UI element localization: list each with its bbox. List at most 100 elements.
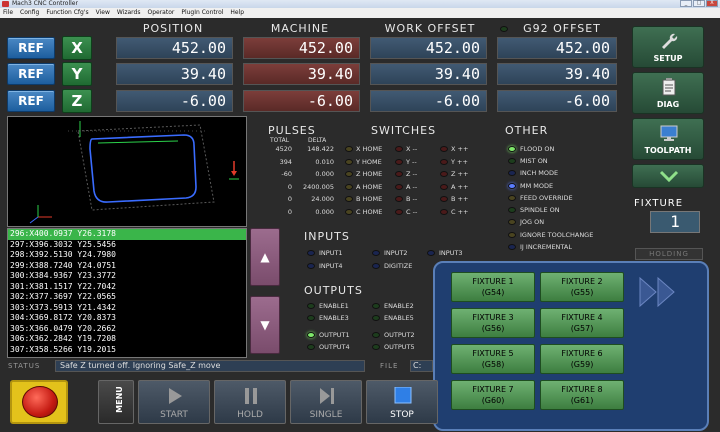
emergency-stop-button[interactable] bbox=[10, 380, 68, 424]
menu-file[interactable]: File bbox=[3, 8, 13, 18]
close-button[interactable]: X bbox=[706, 0, 718, 7]
toolpath-label: TOOLPATH bbox=[644, 146, 692, 155]
holding-indicator: HOLDING bbox=[635, 248, 703, 260]
menu-help[interactable]: Help bbox=[230, 8, 244, 18]
next-page-icon[interactable] bbox=[638, 276, 682, 308]
y-g92-offset-dro[interactable]: 39.40 bbox=[497, 63, 617, 85]
monitor-icon bbox=[660, 125, 678, 141]
gcode-line-current[interactable]: 296:X400.0937 Y26.3178 bbox=[8, 229, 246, 240]
enable3-led bbox=[307, 315, 315, 321]
gcode-line[interactable]: 302:X377.3697 Y22.0565 bbox=[8, 292, 246, 303]
expand-button[interactable] bbox=[632, 164, 704, 188]
gcode-list[interactable]: 296:X400.0937 Y26.3178 297:X396.3032 Y25… bbox=[7, 228, 247, 358]
gcode-line[interactable]: 301:X381.1517 Y22.7042 bbox=[8, 282, 246, 293]
menu-button-label: MENU bbox=[114, 386, 124, 413]
fixture-4-button[interactable]: FIXTURE 4 (G57) bbox=[540, 308, 624, 338]
x-position-dro[interactable]: 452.00 bbox=[116, 37, 233, 59]
menu-wizards[interactable]: Wizards bbox=[117, 8, 141, 18]
y-work-offset-dro[interactable]: 39.40 bbox=[370, 63, 487, 85]
b-home-led bbox=[345, 196, 353, 202]
pulses-delta-a: 2400.005 bbox=[302, 183, 334, 191]
mist-on-label: MIST ON bbox=[520, 157, 548, 165]
single-button[interactable]: SINGLE bbox=[290, 380, 362, 424]
fixture-4-code: (G57) bbox=[570, 324, 594, 333]
arrow-down-icon: ▼ bbox=[260, 318, 270, 332]
flood-on-label: FLOOD ON bbox=[520, 145, 555, 153]
fixture-number[interactable]: 1 bbox=[650, 211, 700, 233]
gcode-line[interactable]: 299:X388.7240 Y24.0751 bbox=[8, 261, 246, 272]
estop-knob-icon bbox=[22, 386, 58, 418]
fixture-8-button[interactable]: FIXTURE 8 (G61) bbox=[540, 380, 624, 410]
fixture-3-button[interactable]: FIXTURE 3 (G56) bbox=[451, 308, 535, 338]
toolpath-button[interactable]: TOOLPATH bbox=[632, 118, 704, 160]
play-icon bbox=[169, 388, 182, 404]
x-work-offset-dro[interactable]: 452.00 bbox=[370, 37, 487, 59]
main-screen: POSITION MACHINE WORK OFFSET G92 OFFSET … bbox=[0, 18, 720, 432]
axis-z-button[interactable]: Z bbox=[62, 89, 92, 113]
maximize-button[interactable]: □ bbox=[693, 0, 705, 7]
gcode-line[interactable]: 297:X396.3032 Y25.5456 bbox=[8, 240, 246, 251]
g92-offset-header: G92 OFFSET bbox=[523, 22, 601, 35]
menu-plugin-control[interactable]: PlugIn Control bbox=[181, 8, 223, 18]
scroll-up-button[interactable]: ▲ bbox=[250, 228, 280, 286]
mm-mode-label: MM MODE bbox=[520, 182, 554, 190]
input4-label: INPUT4 bbox=[319, 262, 343, 270]
fixture-5-button[interactable]: FIXTURE 5 (G58) bbox=[451, 344, 535, 374]
scroll-down-button[interactable]: ▼ bbox=[250, 296, 280, 354]
gcode-line[interactable]: 305:X366.0479 Y20.2662 bbox=[8, 324, 246, 335]
ignore-toolchange-label: IGNORE TOOLCHANGE bbox=[520, 231, 594, 239]
axis-y-button[interactable]: Y bbox=[62, 62, 92, 86]
fixture-7-button[interactable]: FIXTURE 7 (G60) bbox=[451, 380, 535, 410]
fixture-2-button[interactable]: FIXTURE 2 (G55) bbox=[540, 272, 624, 302]
z-work-offset-dro[interactable]: -6.00 bbox=[370, 90, 487, 112]
fixture-label: FIXTURE bbox=[634, 198, 684, 209]
output5-label: OUTPUT5 bbox=[384, 343, 415, 351]
stop-button[interactable]: STOP bbox=[366, 380, 438, 424]
gcode-line[interactable]: 303:X373.5913 Y21.4342 bbox=[8, 303, 246, 314]
ref-x-button[interactable]: REF bbox=[7, 37, 55, 59]
pulses-heading: PULSES bbox=[268, 124, 316, 137]
gcode-line[interactable]: 300:X384.9367 Y23.3772 bbox=[8, 271, 246, 282]
feed-override-led bbox=[508, 195, 516, 201]
gcode-line[interactable]: 298:X392.5130 Y24.7980 bbox=[8, 250, 246, 261]
menu-operator[interactable]: Operator bbox=[147, 8, 174, 18]
gcode-line[interactable]: 304:X369.8172 Y20.8373 bbox=[8, 313, 246, 324]
x-machine-dro: 452.00 bbox=[243, 37, 360, 59]
app-icon bbox=[2, 1, 9, 7]
menu-config[interactable]: Config bbox=[20, 8, 39, 18]
g92-led bbox=[500, 26, 508, 32]
b-minus-led bbox=[395, 196, 403, 202]
start-button[interactable]: START bbox=[138, 380, 210, 424]
menu-function-cfgs[interactable]: Function Cfg's bbox=[46, 8, 88, 18]
a-plus-label: A ++ bbox=[451, 183, 469, 191]
start-label: START bbox=[160, 410, 188, 420]
z-g92-offset-dro[interactable]: -6.00 bbox=[497, 90, 617, 112]
pulses-delta-b: 24.000 bbox=[311, 195, 334, 203]
fixture-1-button[interactable]: FIXTURE 1 (G54) bbox=[451, 272, 535, 302]
gcode-line[interactable]: 307:X358.5266 Y19.2015 bbox=[8, 345, 246, 356]
toolpath-display[interactable] bbox=[7, 116, 247, 227]
mm-mode-led bbox=[508, 183, 516, 189]
ref-z-button[interactable]: REF bbox=[7, 90, 55, 112]
diag-button[interactable]: DIAG bbox=[632, 72, 704, 114]
axis-x-button[interactable]: X bbox=[62, 36, 92, 60]
menu-view[interactable]: View bbox=[96, 8, 110, 18]
y-position-dro[interactable]: 39.40 bbox=[116, 63, 233, 85]
ignore-toolchange-led bbox=[508, 232, 516, 238]
ref-y-button[interactable]: REF bbox=[7, 63, 55, 85]
work-offset-header: WORK OFFSET bbox=[384, 22, 476, 35]
fixture-5-name: FIXTURE 5 bbox=[472, 349, 514, 358]
setup-button[interactable]: SETUP bbox=[632, 26, 704, 68]
input3-led bbox=[427, 250, 435, 256]
menu-button[interactable]: MENU bbox=[98, 380, 134, 424]
pulses-total-b: 0 bbox=[287, 195, 292, 203]
hold-button[interactable]: HOLD bbox=[214, 380, 286, 424]
fixture-6-button[interactable]: FIXTURE 6 (G59) bbox=[540, 344, 624, 374]
z-position-dro[interactable]: -6.00 bbox=[116, 90, 233, 112]
feed-override-label: FEED OVERRIDE bbox=[520, 194, 573, 202]
z-minus-label: Z -- bbox=[406, 170, 418, 178]
gcode-line[interactable]: 306:X362.2842 Y19.7208 bbox=[8, 334, 246, 345]
x-g92-offset-dro[interactable]: 452.00 bbox=[497, 37, 617, 59]
minimize-button[interactable]: _ bbox=[680, 0, 692, 7]
a-plus-led bbox=[440, 184, 448, 190]
